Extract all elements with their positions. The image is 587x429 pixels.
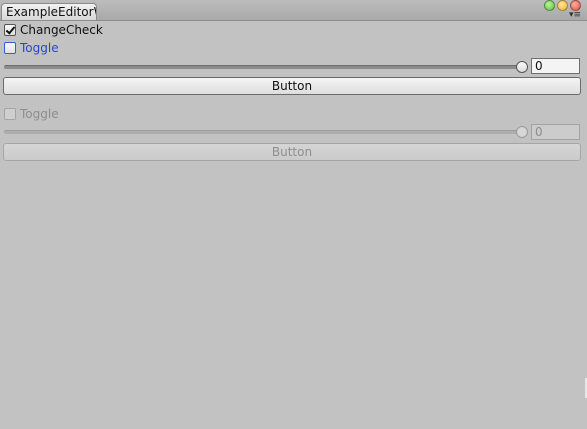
action-button[interactable]: Button xyxy=(3,77,581,95)
toggle-row[interactable]: Toggle xyxy=(4,41,59,55)
change-check-label: ChangeCheck xyxy=(20,23,103,37)
change-check-checkbox[interactable] xyxy=(4,24,16,36)
disabled-toggle-label: Toggle xyxy=(20,107,59,121)
int-slider[interactable] xyxy=(4,60,528,74)
slider-thumb[interactable] xyxy=(516,61,528,73)
disabled-slider-track xyxy=(4,130,521,134)
window-menu-icon[interactable]: ▾≡ xyxy=(569,11,581,20)
editor-window-tab[interactable]: ExampleEditorW xyxy=(1,3,97,20)
toggle-checkbox[interactable] xyxy=(4,42,16,54)
change-check-row[interactable]: ChangeCheck xyxy=(4,23,103,37)
editor-window: ExampleEditorW ▾≡ ChangeCheck Toggle 0 B… xyxy=(0,0,587,429)
slider-track[interactable] xyxy=(4,65,521,69)
slider-value-field[interactable]: 0 xyxy=(531,58,580,74)
disabled-slider-value-field: 0 xyxy=(531,124,580,140)
disabled-toggle-checkbox xyxy=(4,108,16,120)
disabled-slider-thumb xyxy=(516,126,528,138)
disabled-int-slider xyxy=(4,125,528,139)
disabled-toggle-row: Toggle xyxy=(4,107,59,121)
window-titlebar: ExampleEditorW ▾≡ xyxy=(0,0,587,21)
minimize-button[interactable] xyxy=(557,0,568,11)
maximize-button[interactable] xyxy=(544,0,555,11)
toggle-label: Toggle xyxy=(20,41,59,55)
disabled-action-button: Button xyxy=(3,143,581,161)
tab-title: ExampleEditorW xyxy=(6,5,97,19)
